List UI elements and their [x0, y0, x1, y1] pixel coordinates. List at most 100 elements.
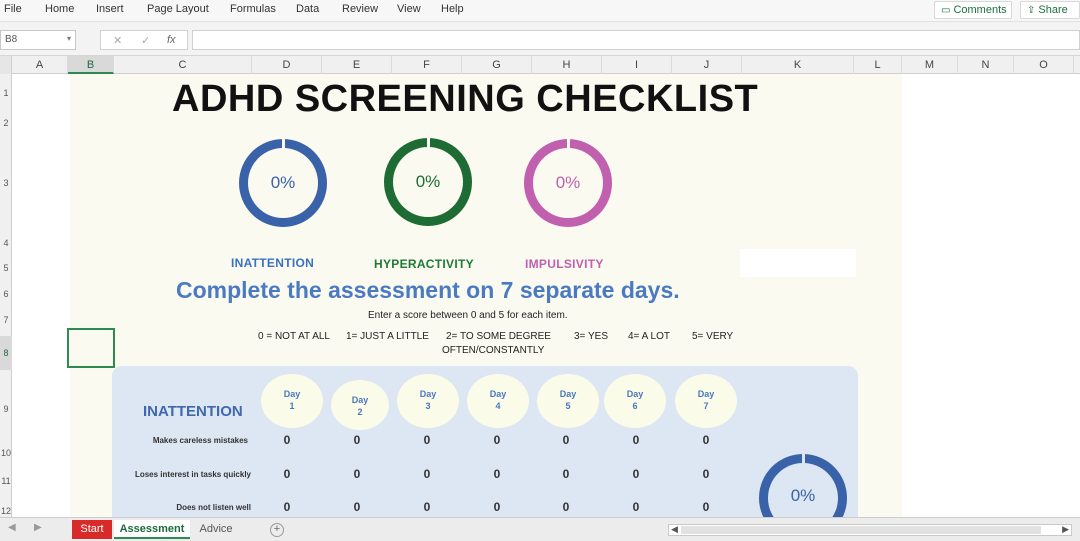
- day-header-2: Day 2: [331, 380, 389, 430]
- score-cell[interactable]: 0: [487, 433, 507, 447]
- score-cell[interactable]: 0: [556, 467, 576, 481]
- sheet-tabs-bar: ◀ ▶ Start Assessment Advice + ◀ ▶: [0, 517, 1080, 541]
- comments-button[interactable]: ▭ Comments: [934, 1, 1012, 19]
- score-cell[interactable]: 0: [417, 433, 437, 447]
- column-header-j[interactable]: J: [672, 56, 742, 74]
- column-header-a[interactable]: A: [12, 56, 68, 74]
- table-title: INATTENTION: [143, 403, 243, 420]
- formula-input[interactable]: [192, 30, 1080, 50]
- row-header-6[interactable]: 6: [0, 289, 12, 299]
- hyperactivity-gauge: 0%: [384, 138, 472, 226]
- name-box-value: B8: [5, 34, 18, 45]
- row-header-8[interactable]: 8: [0, 336, 12, 370]
- enter-icon[interactable]: ✓: [141, 34, 150, 47]
- add-sheet-button[interactable]: +: [270, 523, 284, 537]
- score-cell[interactable]: 0: [696, 467, 716, 481]
- column-header-d[interactable]: D: [252, 56, 322, 74]
- row-header-9[interactable]: 9: [0, 404, 12, 414]
- scroll-right-icon[interactable]: ▶: [1062, 524, 1069, 535]
- horizontal-scrollbar[interactable]: ◀ ▶: [668, 524, 1072, 536]
- tab-advice[interactable]: Advice: [192, 520, 240, 539]
- hyperactivity-label: HYPERACTIVITY: [374, 257, 474, 271]
- score-cell[interactable]: 0: [277, 500, 297, 514]
- scroll-left-icon[interactable]: ◀: [671, 524, 678, 535]
- column-header-k[interactable]: K: [742, 56, 854, 74]
- score-cell[interactable]: 0: [487, 467, 507, 481]
- column-header-m[interactable]: M: [902, 56, 958, 74]
- formula-buttons: ✕ ✓ fx: [100, 30, 188, 50]
- page-title: ADHD SCREENING CHECKLIST: [172, 78, 759, 120]
- column-header-b[interactable]: B: [68, 56, 114, 74]
- score-cell[interactable]: 0: [347, 433, 367, 447]
- row-header-11[interactable]: 11: [0, 476, 12, 486]
- active-cell-b8[interactable]: [67, 328, 115, 368]
- column-header-l[interactable]: L: [854, 56, 902, 74]
- scrollbar-thumb[interactable]: [681, 526, 1041, 534]
- column-header-o[interactable]: O: [1014, 56, 1074, 74]
- score-cell[interactable]: 0: [487, 500, 507, 514]
- score-cell[interactable]: 0: [626, 433, 646, 447]
- day-word: Day: [283, 389, 301, 399]
- prev-sheet-icon[interactable]: ◀: [8, 522, 16, 533]
- menu-file[interactable]: File: [4, 3, 22, 15]
- day-word: Day: [697, 389, 715, 399]
- day-header-1: Day 1: [261, 374, 323, 428]
- row-header-1[interactable]: 1: [0, 88, 12, 98]
- score-cell[interactable]: 0: [626, 500, 646, 514]
- score-cell[interactable]: 0: [556, 433, 576, 447]
- tab-assessment[interactable]: Assessment: [114, 520, 190, 539]
- score-cell[interactable]: 0: [417, 500, 437, 514]
- column-header-i[interactable]: I: [602, 56, 672, 74]
- chevron-down-icon[interactable]: ▾: [67, 34, 71, 43]
- insert-function-icon[interactable]: fx: [167, 34, 176, 46]
- day-number: 6: [632, 401, 638, 411]
- item-label: Loses interest in tasks quickly: [134, 470, 251, 479]
- day-number: 7: [703, 401, 709, 411]
- row-header-4[interactable]: 4: [0, 238, 12, 248]
- score-cell[interactable]: 0: [347, 500, 367, 514]
- score-cell[interactable]: 0: [626, 467, 646, 481]
- gauge-gap: [567, 139, 570, 149]
- row-header-2[interactable]: 2: [0, 118, 12, 128]
- name-box[interactable]: B8 ▾: [0, 30, 76, 50]
- row-header-3[interactable]: 3: [0, 178, 12, 188]
- menu-data[interactable]: Data: [296, 3, 319, 15]
- cancel-icon[interactable]: ✕: [113, 34, 122, 47]
- score-cell[interactable]: 0: [696, 500, 716, 514]
- score-cell[interactable]: 0: [277, 467, 297, 481]
- row-header-5[interactable]: 5: [0, 263, 12, 273]
- row-header-7[interactable]: 7: [0, 315, 12, 325]
- row-header-10[interactable]: 10: [0, 448, 12, 458]
- worksheet-grid[interactable]: ADHD SCREENING CHECKLIST 0% 0% 0% INATTE…: [12, 74, 1080, 517]
- day-word: Day: [489, 389, 507, 399]
- score-cell[interactable]: 0: [347, 467, 367, 481]
- scale-legend-1: 1= JUST A LITTLE: [346, 331, 429, 342]
- menu-help[interactable]: Help: [441, 3, 464, 15]
- column-header-c[interactable]: C: [114, 56, 252, 74]
- menu-insert[interactable]: Insert: [96, 3, 124, 15]
- menu-view[interactable]: View: [397, 3, 421, 15]
- row-header-12[interactable]: 12: [0, 506, 12, 516]
- score-cell[interactable]: 0: [277, 433, 297, 447]
- score-cell[interactable]: 0: [417, 467, 437, 481]
- select-all-corner[interactable]: [0, 56, 12, 74]
- column-header-n[interactable]: N: [958, 56, 1014, 74]
- day-number: 2: [357, 407, 363, 417]
- hyperactivity-gauge-value: 0%: [393, 147, 463, 217]
- menu-page-layout[interactable]: Page Layout: [147, 3, 209, 15]
- column-header-e[interactable]: E: [322, 56, 392, 74]
- input-cell[interactable]: [740, 249, 856, 277]
- menu-review[interactable]: Review: [342, 3, 378, 15]
- score-cell[interactable]: 0: [696, 433, 716, 447]
- share-button[interactable]: ⇪ Share: [1020, 1, 1080, 19]
- column-header-h[interactable]: H: [532, 56, 602, 74]
- column-header-g[interactable]: G: [462, 56, 532, 74]
- summary-gauge-value: 0%: [768, 463, 838, 517]
- menu-formulas[interactable]: Formulas: [230, 3, 276, 15]
- menu-home[interactable]: Home: [45, 3, 74, 15]
- gauge-gap: [282, 139, 285, 149]
- column-header-f[interactable]: F: [392, 56, 462, 74]
- tab-start[interactable]: Start: [72, 520, 112, 539]
- score-cell[interactable]: 0: [556, 500, 576, 514]
- next-sheet-icon[interactable]: ▶: [34, 522, 42, 533]
